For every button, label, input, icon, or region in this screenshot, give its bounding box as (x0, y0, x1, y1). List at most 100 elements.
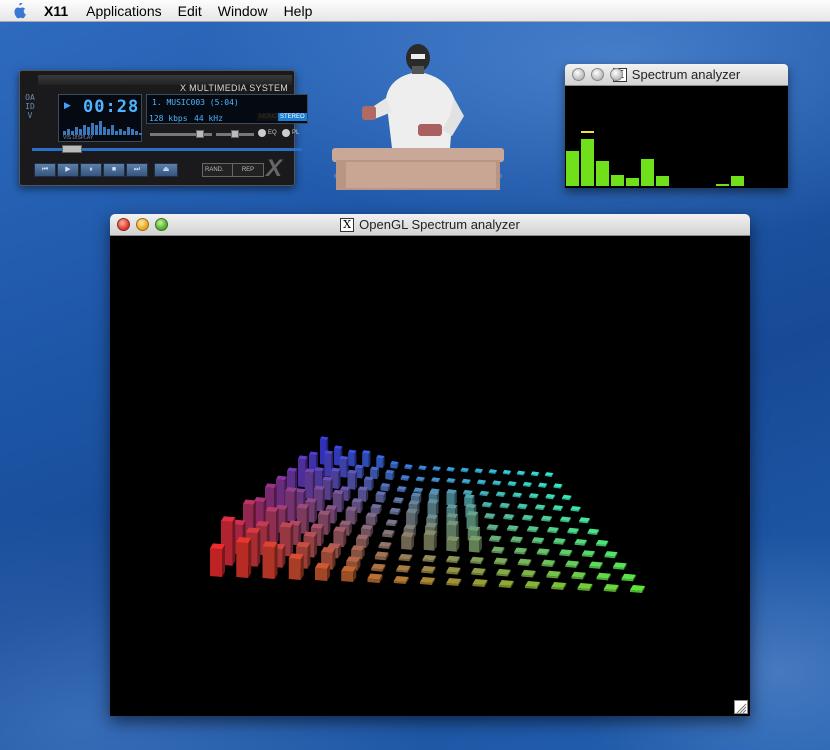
spectrum-3d-bar (420, 577, 435, 585)
spectrum-3d-bar (396, 564, 411, 573)
pl-toggle[interactable]: PL (282, 129, 299, 137)
vis-bar (99, 121, 102, 135)
minimize-button[interactable] (136, 218, 149, 231)
spectrum-bar (626, 178, 639, 186)
spectrum-bar (641, 159, 654, 186)
repeat-button[interactable]: REP (232, 163, 264, 177)
xmms-song-title: 1. MUSIC003 (5:04) (152, 98, 239, 107)
stop-button[interactable]: ■ (103, 163, 125, 177)
minimize-button[interactable] (591, 68, 604, 81)
spectrum-3d-bar (393, 497, 404, 504)
spectrum-analyzer-window[interactable]: X Spectrum analyzer (565, 64, 788, 188)
vis-bar (75, 127, 78, 135)
balance-slider-knob[interactable] (231, 130, 239, 138)
vis-bar (115, 131, 118, 135)
vis-bar (87, 127, 90, 135)
spectrum-3d-bar (468, 535, 482, 553)
close-button[interactable] (572, 68, 585, 81)
spectrum-3d-bar (574, 538, 587, 546)
spectrum-3d-bar (491, 546, 505, 554)
balance-slider[interactable] (216, 130, 254, 138)
spectrum-3d-bar (630, 585, 645, 593)
spectrum-3d-bar (415, 476, 425, 482)
spectrum-3d-bar (621, 573, 636, 582)
spectrum-3d-bar (516, 470, 526, 476)
pl-toggle-icon (282, 129, 290, 137)
spectrum-3d-bar (514, 547, 528, 555)
spectrum-bars-display (566, 131, 744, 186)
seek-bar-knob[interactable] (62, 145, 82, 153)
menu-applications[interactable]: Applications (78, 0, 170, 22)
xmms-player-window[interactable]: OAIDV X MULTIMEDIA SYSTEM ▶ 00:28 VIS DI… (19, 70, 308, 186)
menu-edit[interactable]: Edit (170, 0, 210, 22)
spectrum-3d-bar (421, 565, 436, 574)
menu-app-x11[interactable]: X11 (38, 0, 78, 22)
zoom-button[interactable] (155, 218, 168, 231)
spectrum-3d-bar (503, 513, 515, 520)
vis-bar (95, 125, 98, 135)
spectrum-3d-bar (507, 481, 517, 487)
resize-grip-icon[interactable] (734, 700, 748, 714)
apple-icon[interactable] (0, 0, 38, 22)
spectrum-3d-bar (530, 471, 540, 477)
volume-slider[interactable] (150, 130, 212, 138)
seek-bar[interactable] (32, 145, 302, 153)
spectrum-3d-bar (589, 561, 603, 569)
next-button[interactable]: ⏭ (126, 163, 148, 177)
spectrum-3d-bar (603, 584, 619, 592)
eq-toggle[interactable]: EQ (258, 129, 277, 137)
spectrum-bar (716, 184, 729, 186)
spectrum-3d-bar (378, 541, 392, 549)
spectrum-3d-bar (529, 493, 539, 499)
xmms-visualizer[interactable] (63, 121, 142, 135)
spectrum-3d-bar (489, 535, 502, 543)
spectrum-3d-bar (571, 571, 586, 580)
spectrum-3d-bar (604, 551, 618, 559)
spectrum-3d-bar (385, 469, 395, 481)
vis-bar (135, 131, 138, 135)
opengl-spectrum-titlebar[interactable]: X OpenGL Spectrum analyzer (110, 214, 750, 236)
menu-help[interactable]: Help (276, 0, 321, 22)
xmms-time: 00:28 (83, 97, 140, 117)
spectrum-3d-bar (545, 493, 556, 500)
play-indicator-icon: ▶ (64, 100, 71, 110)
spectrum-3d-bar (486, 524, 499, 531)
spectrum-3d-bar (461, 478, 471, 484)
spectrum-3d-bar (315, 562, 330, 581)
xmms-time-display[interactable]: ▶ 00:28 VIS DISPLAY (58, 94, 142, 142)
spectrum-3d-bar (401, 531, 415, 550)
spectrum-3d-bar (446, 578, 462, 586)
menu-window[interactable]: Window (210, 0, 276, 22)
eject-button[interactable]: ⏏ (154, 163, 178, 177)
vis-bar (91, 123, 94, 135)
zoom-button[interactable] (610, 68, 623, 81)
xmms-vis-label: VIS DISPLAY (63, 135, 94, 141)
spectrum-analyzer-titlebar[interactable]: X Spectrum analyzer (565, 64, 788, 86)
spectrum-3d-bar (374, 551, 389, 561)
spectrum-3d-bar (446, 489, 457, 507)
volume-slider-knob[interactable] (195, 130, 204, 138)
spectrum-3d-bar (488, 469, 497, 474)
previous-button[interactable]: ⏮ (34, 163, 56, 177)
pl-toggle-label: PL (292, 130, 300, 136)
vis-bar (127, 127, 130, 135)
mascot-figure (332, 44, 504, 190)
opengl-spectrum-window[interactable]: X OpenGL Spectrum analyzer (110, 214, 750, 716)
close-button[interactable] (117, 218, 130, 231)
spectrum-3d-bar (288, 553, 304, 580)
spectrum-3d-bar (362, 450, 371, 468)
xmms-mono-indicator: MONO (257, 113, 280, 121)
spectrum-3d-bar (517, 558, 532, 566)
pause-button[interactable]: ⏸ (80, 163, 102, 177)
xmms-logo: X (266, 155, 283, 182)
spectrum-3d-bar (376, 455, 385, 468)
spectrum-3d-bar (560, 516, 572, 523)
spectrum-3d-bar (499, 502, 510, 509)
spectrum-3d-bar (348, 449, 357, 467)
vis-bar (131, 129, 134, 135)
play-button[interactable]: ▶ (57, 163, 79, 177)
spectrum-3d-bar (389, 507, 401, 515)
xmms-bitrate: 128 kbps (149, 114, 188, 123)
spectrum-3d-bar (422, 554, 437, 563)
spectrum-3d-bar (446, 478, 456, 484)
